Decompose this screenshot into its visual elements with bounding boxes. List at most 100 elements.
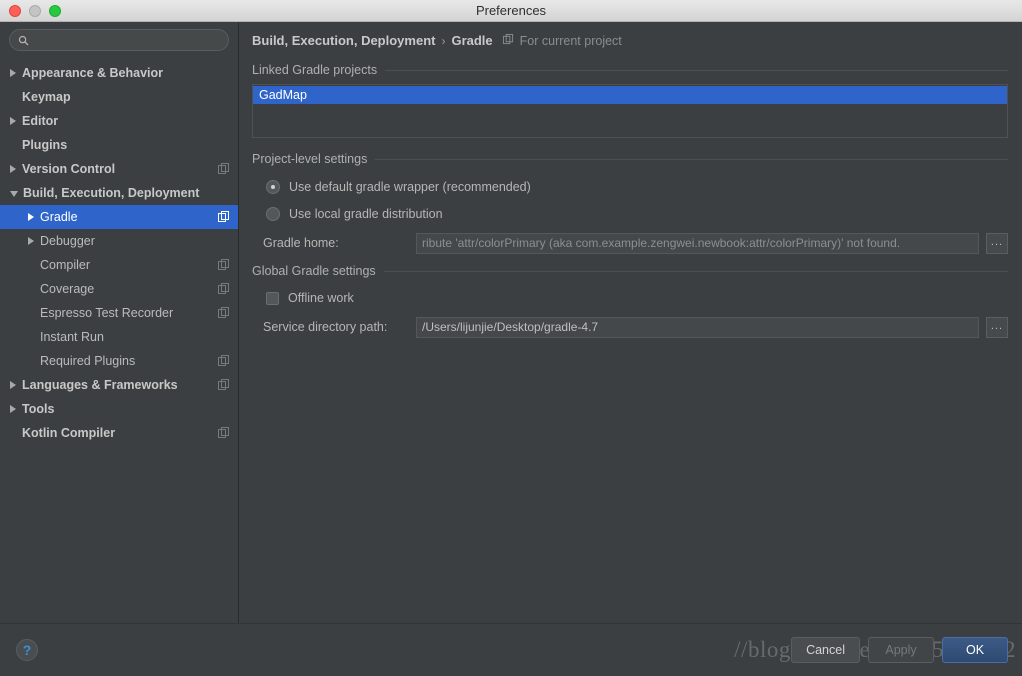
project-settings-icon	[218, 163, 229, 174]
breadcrumb-separator-icon: ›	[441, 33, 446, 48]
radio-button[interactable]	[266, 179, 280, 194]
breadcrumb-parent[interactable]: Build, Execution, Deployment	[252, 33, 435, 48]
offline-work-label: Offline work	[288, 291, 354, 305]
cancel-button[interactable]: Cancel	[791, 637, 860, 663]
project-settings-icon	[218, 307, 229, 318]
sidebar-item-label: Tools	[22, 402, 55, 416]
project-settings-icon	[218, 427, 230, 439]
sidebar-item-label: Keymap	[22, 90, 71, 104]
apply-button[interactable]: Apply	[868, 637, 934, 663]
close-window-button[interactable]	[9, 4, 21, 17]
service-directory-path-row: Service directory path: ...	[252, 314, 1008, 340]
chevron-down-icon[interactable]	[10, 191, 18, 197]
sidebar-item-languages-frameworks[interactable]: Languages & Frameworks	[0, 373, 238, 397]
project-settings-icon	[218, 163, 230, 175]
radio-button[interactable]	[266, 206, 280, 221]
sidebar-item-label: Compiler	[40, 258, 91, 272]
offline-work-checkbox[interactable]	[266, 291, 279, 305]
window-body: Appearance & Behavior Keymap Editor Plugins…	[0, 22, 1022, 623]
sidebar-item-label: Kotlin Compiler	[22, 426, 116, 440]
sidebar-item-label: Appearance & Behavior	[22, 66, 164, 80]
global-gradle-settings-section-title: Global Gradle settings	[252, 264, 376, 278]
service-directory-path-label: Service directory path:	[263, 320, 388, 334]
sidebar-item-label: Debugger	[40, 234, 95, 248]
chevron-right-icon[interactable]	[10, 381, 16, 389]
gradle-home-row: Gradle home: ...	[252, 230, 1008, 256]
offline-work-row[interactable]: Offline work	[252, 285, 1008, 311]
project-settings-icon	[218, 211, 230, 223]
sidebar-item-tools[interactable]: Tools	[0, 397, 238, 421]
project-level-settings-section-header: Project-level settings	[252, 152, 1008, 166]
project-settings-icon	[218, 259, 229, 270]
chevron-right-icon[interactable]	[28, 213, 34, 221]
settings-sidebar: Appearance & Behavior Keymap Editor Plugins…	[0, 22, 239, 623]
maximize-window-button[interactable]	[49, 4, 61, 17]
service-directory-browse-button[interactable]: ...	[986, 316, 1008, 338]
sidebar-item-label: Instant Run	[40, 330, 104, 344]
ok-button[interactable]: OK	[942, 637, 1008, 663]
linked-projects-section-header: Linked Gradle projects	[252, 63, 1008, 77]
radio-use-local-distribution[interactable]: Use local gradle distribution	[252, 200, 1008, 227]
sidebar-item-instant-run[interactable]: Instant Run	[0, 325, 238, 349]
sidebar-item-label: Build, Execution, Deployment	[23, 186, 200, 200]
sidebar-item-editor[interactable]: Editor	[0, 109, 238, 133]
gradle-home-browse-button[interactable]: ...	[986, 232, 1008, 254]
sidebar-item-label: Languages & Frameworks	[22, 378, 178, 392]
dialog-footer: ? //blog.csdn.net/qq_35608482 Cancel App…	[0, 623, 1022, 676]
sidebar-item-required-plugins[interactable]: Required Plugins	[0, 349, 238, 373]
linked-projects-list[interactable]: GadMap	[252, 84, 1008, 138]
search-box[interactable]	[9, 29, 229, 51]
sidebar-item-version-control[interactable]: Version Control	[0, 157, 238, 181]
sidebar-item-label: Espresso Test Recorder	[40, 306, 174, 320]
list-item[interactable]: GadMap	[253, 86, 1007, 104]
project-settings-icon	[218, 211, 229, 222]
sidebar-item-coverage[interactable]: Coverage	[0, 277, 238, 301]
radio-label: Use default gradle wrapper (recommended)	[289, 179, 531, 194]
radio-label: Use local gradle distribution	[289, 206, 443, 221]
minimize-window-button[interactable]	[29, 4, 41, 17]
chevron-right-icon[interactable]	[28, 237, 34, 245]
breadcrumb: Build, Execution, Deployment › Gradle Fo…	[252, 33, 1008, 48]
project-scope-icon	[502, 33, 514, 48]
service-directory-path-input[interactable]	[416, 316, 979, 338]
chevron-right-icon[interactable]	[10, 405, 16, 413]
radio-use-default-wrapper[interactable]: Use default gradle wrapper (recommended)	[252, 173, 1008, 200]
sidebar-item-keymap[interactable]: Keymap	[0, 85, 238, 109]
project-settings-icon	[218, 379, 230, 391]
chevron-right-icon[interactable]	[10, 165, 16, 173]
gradle-home-input[interactable]	[416, 232, 979, 254]
window-title: Preferences	[475, 2, 547, 18]
help-button[interactable]: ?	[16, 639, 38, 661]
title-bar: Preferences	[0, 0, 1022, 22]
sidebar-item-compiler[interactable]: Compiler	[0, 253, 238, 277]
chevron-right-icon[interactable]	[10, 117, 16, 125]
gradle-home-label: Gradle home:	[263, 236, 339, 250]
sidebar-item-appearance-behavior[interactable]: Appearance & Behavior	[0, 61, 238, 85]
global-gradle-settings-section-header: Global Gradle settings	[252, 264, 1008, 278]
sidebar-item-label: Gradle	[40, 210, 78, 224]
settings-content-pane: Build, Execution, Deployment › Gradle Fo…	[239, 22, 1022, 623]
linked-projects-section-title: Linked Gradle projects	[252, 63, 378, 77]
sidebar-item-label: Editor	[22, 114, 59, 128]
sidebar-item-label: Required Plugins	[40, 354, 136, 368]
sidebar-item-build-execution-deployment[interactable]: Build, Execution, Deployment	[0, 181, 238, 205]
sidebar-item-plugins[interactable]: Plugins	[0, 133, 238, 157]
section-divider	[385, 69, 1008, 71]
sidebar-item-label: Version Control	[22, 162, 116, 176]
project-settings-icon	[218, 355, 229, 366]
project-settings-icon	[218, 355, 230, 367]
project-settings-icon	[218, 283, 229, 294]
sidebar-item-debugger[interactable]: Debugger	[0, 229, 238, 253]
search-icon	[18, 35, 29, 46]
sidebar-item-kotlin-compiler[interactable]: Kotlin Compiler	[0, 421, 238, 445]
sidebar-item-gradle[interactable]: Gradle	[0, 205, 238, 229]
project-level-settings-section-title: Project-level settings	[252, 152, 368, 166]
sidebar-item-label: Coverage	[40, 282, 95, 296]
settings-tree: Appearance & Behavior Keymap Editor Plugins…	[0, 57, 238, 623]
search-input[interactable]	[35, 33, 220, 47]
chevron-right-icon[interactable]	[10, 69, 16, 77]
sidebar-item-espresso-test-recorder[interactable]: Espresso Test Recorder	[0, 301, 238, 325]
